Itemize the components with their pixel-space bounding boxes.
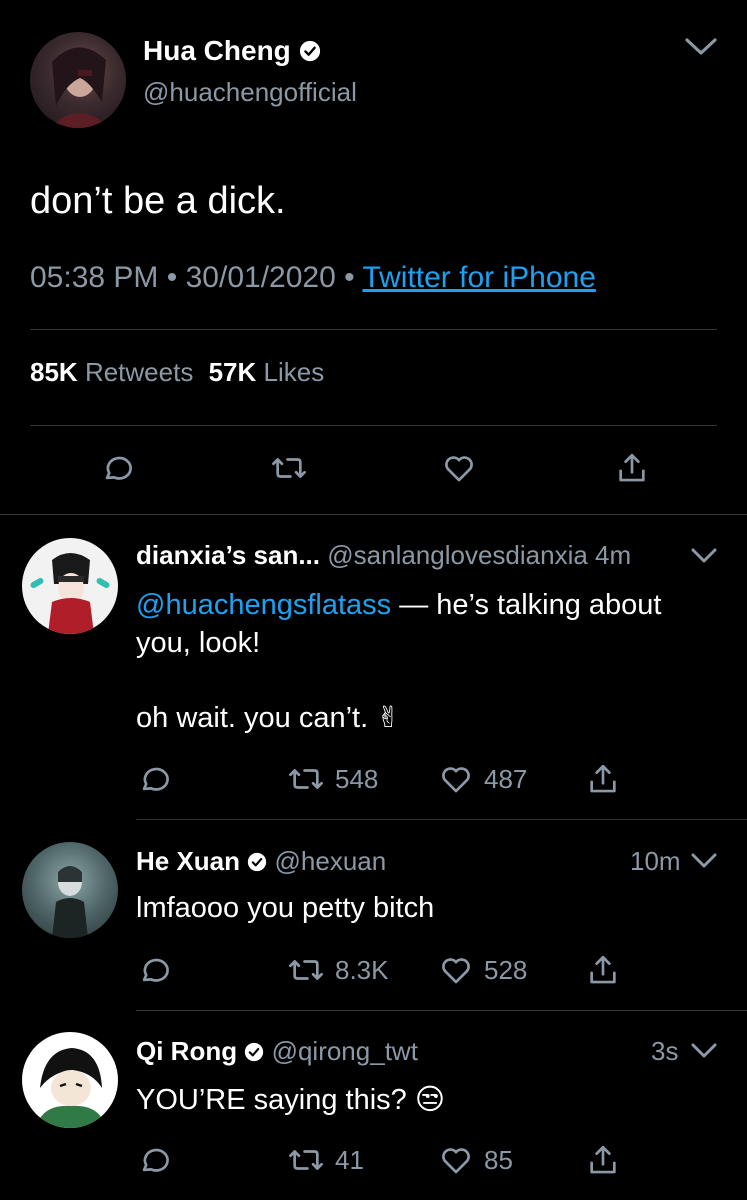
reply-text-line2: oh wait. you can’t. ✌ (136, 702, 401, 734)
meta-separator: • (344, 261, 355, 294)
retweets-count: 85K (30, 357, 78, 387)
reply-header: Qi Rong @qirong_twt (136, 1036, 418, 1067)
retweet-icon (272, 458, 306, 478)
like-count: 85 (484, 1144, 513, 1175)
divider (136, 1010, 747, 1011)
share-icon (590, 1145, 616, 1174)
main-author-avatar[interactable] (30, 32, 126, 128)
like-button[interactable] (441, 451, 477, 490)
share-button[interactable] (615, 451, 649, 490)
divider (0, 514, 747, 515)
retweet-button[interactable]: 8.3K (287, 953, 389, 987)
reply-author-name[interactable]: Qi Rong (136, 1036, 237, 1066)
likes-stat[interactable]: 57K Likes (209, 357, 325, 387)
divider (136, 819, 747, 820)
reply-text: @huachengsflatass — he’s talking about y… (136, 586, 696, 662)
chevron-down-icon (691, 548, 717, 563)
reply-menu[interactable] (690, 852, 718, 870)
heart-icon (445, 456, 473, 482)
like-button[interactable]: 487 (438, 762, 527, 796)
main-tweet-stats: 85K Retweets 57K Likes (30, 357, 324, 388)
main-tweet-menu[interactable] (683, 36, 719, 58)
like-count: 487 (484, 763, 528, 794)
reply-avatar[interactable] (22, 842, 118, 938)
share-icon (590, 955, 616, 984)
reply-text: lmfaooo you petty bitch (136, 892, 435, 924)
share-icon (590, 764, 616, 793)
chevron-down-icon (691, 853, 717, 868)
main-tweet-text: don’t be a dick. (30, 180, 286, 222)
reply-author-name[interactable]: dianxia’s san... (136, 540, 320, 570)
chevron-down-icon (685, 38, 717, 55)
reply-button[interactable] (137, 953, 171, 992)
verified-badge-icon (248, 852, 267, 872)
avatar-illustration (50, 47, 110, 128)
reply-icon (142, 767, 169, 791)
main-tweet-meta: 05:38 PM • 30/01/2020 • Twitter for iPho… (30, 261, 596, 295)
retweet-count: 548 (335, 763, 379, 794)
reply-icon (105, 456, 132, 480)
retweets-stat[interactable]: 85K Retweets (30, 357, 201, 387)
retweet-icon (289, 960, 323, 980)
retweet-button[interactable]: 41 (287, 1143, 364, 1177)
likes-label: Likes (263, 357, 325, 387)
share-button[interactable] (586, 953, 620, 992)
retweets-label: Retweets (84, 357, 194, 387)
likes-count: 57K (208, 357, 257, 387)
like-button[interactable]: 85 (438, 1143, 513, 1177)
reply-time: 4m (595, 540, 632, 570)
heart-icon (442, 767, 470, 793)
mention-link[interactable]: @huachengsflatass (136, 589, 391, 621)
main-author-handle[interactable]: @huachengofficial (143, 77, 357, 108)
reply-author-handle[interactable]: @qirong_twt (272, 1036, 418, 1066)
reply-menu[interactable] (690, 1042, 718, 1060)
main-author-name[interactable]: Hua Cheng (143, 35, 291, 66)
main-author-name-row: Hua Cheng (143, 35, 321, 67)
reply-author-handle[interactable]: @sanlanglovesdianxia (327, 540, 588, 570)
reply-avatar[interactable] (22, 538, 118, 634)
avatar-illustration (30, 553, 110, 634)
like-count: 528 (484, 954, 528, 985)
reply-icon (142, 1148, 169, 1172)
reply-author-handle[interactable]: @hexuan (275, 846, 387, 876)
retweet-icon (289, 1150, 323, 1170)
divider (30, 329, 717, 330)
tweet-date: 30/01/2020 (185, 261, 336, 294)
reply-author-name[interactable]: He Xuan (136, 846, 240, 876)
avatar-illustration (52, 866, 88, 938)
reply-text: YOU’RE saying this? 😒 (136, 1084, 446, 1116)
divider (30, 425, 717, 426)
avatar-illustration (36, 1048, 106, 1128)
verified-badge-icon (245, 1042, 264, 1062)
retweet-button[interactable]: 548 (287, 762, 378, 796)
meta-separator: • (166, 261, 178, 294)
reply-time: 10m (630, 846, 681, 876)
retweet-icon (289, 769, 323, 789)
reply-time: 3s (651, 1036, 679, 1066)
share-button[interactable] (586, 762, 620, 801)
like-button[interactable]: 528 (438, 953, 527, 987)
heart-icon (442, 1148, 470, 1174)
reply-button[interactable] (137, 1143, 171, 1182)
share-button[interactable] (586, 1143, 620, 1182)
reply-header: dianxia’s san... @sanlanglovesdianxia 4m (136, 540, 631, 571)
heart-icon (442, 958, 470, 984)
share-icon (619, 453, 645, 482)
verified-badge-icon (299, 40, 320, 62)
reply-button[interactable] (137, 762, 171, 801)
reply-icon (142, 958, 169, 982)
reply-avatar[interactable] (22, 1032, 118, 1128)
retweet-button[interactable] (270, 451, 308, 490)
chevron-down-icon (691, 1043, 717, 1058)
reply-header: He Xuan @hexuan (136, 846, 386, 877)
retweet-count: 8.3K (335, 954, 389, 985)
retweet-count: 41 (335, 1144, 364, 1175)
tweet-time: 05:38 PM (30, 261, 159, 294)
tweet-source-link[interactable]: Twitter for iPhone (362, 261, 595, 294)
reply-menu[interactable] (690, 547, 718, 565)
reply-button[interactable] (100, 451, 134, 490)
